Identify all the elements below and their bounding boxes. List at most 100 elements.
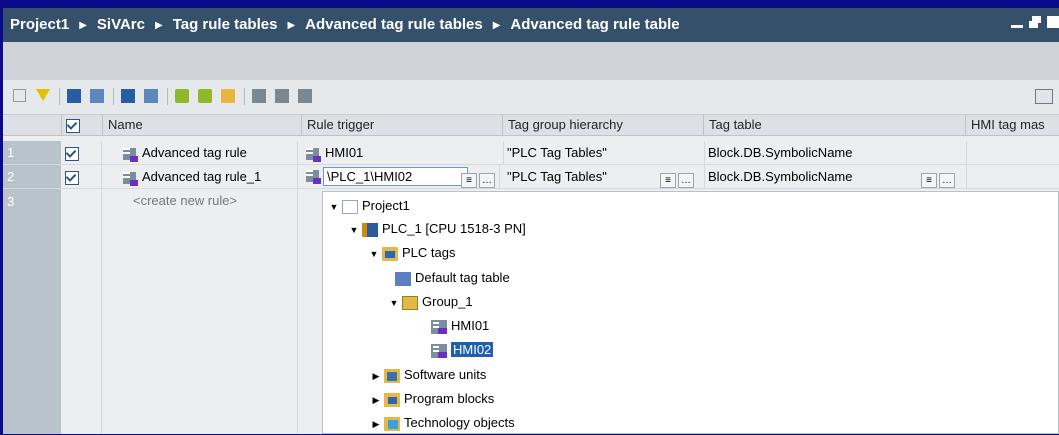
browse-button[interactable]: … [479, 173, 495, 188]
table-header: Name Rule trigger Tag group hierarchy Ta… [3, 115, 1059, 136]
hierarchy-cell[interactable]: "PLC Tag Tables" [503, 141, 705, 164]
tree-label: Program blocks [404, 391, 495, 406]
toolbar-separator [244, 88, 245, 105]
tag-table-cell[interactable]: Block.DB.SymbolicName ≡… [704, 165, 967, 188]
header-tag-group-hierarchy[interactable]: Tag group hierarchy [503, 115, 704, 135]
checkbox-icon[interactable] [66, 118, 80, 133]
toolbar-separator [113, 88, 114, 105]
tree-label: HMI01 [451, 318, 490, 333]
panel-toggle-icon[interactable] [1035, 89, 1053, 104]
row-name-cell[interactable]: Advanced tag rule [103, 141, 298, 164]
expand-arrow-icon[interactable]: ▶ [371, 413, 381, 435]
list-icon[interactable]: ≡ [921, 173, 937, 188]
header-rule-trigger[interactable]: Rule trigger [302, 115, 503, 135]
tree-node-group[interactable]: ▼ Group_1 [389, 291, 473, 313]
table-row[interactable]: 1 Advanced tag rule HMI01 "PLC Tag Table… [3, 141, 1059, 165]
generate-icon[interactable] [175, 89, 189, 103]
breadcrumb-item-advanced-table: Advanced tag rule table [510, 16, 680, 33]
list-icon[interactable]: ≡ [461, 173, 477, 188]
create-new-rule[interactable]: <create new rule> [103, 189, 298, 434]
toolbar-separator [59, 88, 60, 105]
tag-icon [123, 171, 138, 186]
header-tag-table[interactable]: Tag table [704, 115, 966, 135]
tree-node-technology-objects[interactable]: ▶ Technology objects [371, 412, 515, 434]
expand-arrow-icon[interactable]: ▶ [371, 365, 381, 387]
collapse-arrow-icon[interactable]: ▼ [329, 196, 339, 218]
open-folder-icon[interactable] [221, 89, 235, 103]
technology-objects-icon [384, 416, 400, 431]
header-check[interactable] [61, 115, 103, 135]
hierarchy-value: "PLC Tag Tables" [507, 169, 607, 184]
tag-table-icon [395, 271, 411, 286]
tree-node-tag-selected[interactable]: HMI02 [431, 339, 494, 361]
checkbox-icon[interactable] [65, 170, 79, 185]
hmi-tag-mask-cell[interactable] [966, 141, 1059, 164]
chevron-right-icon: ▶ [287, 20, 296, 31]
expand-arrow-icon[interactable]: ▶ [371, 389, 381, 411]
row-number: 2 [3, 165, 61, 188]
project-icon [342, 199, 358, 214]
tree-node-plc-tags[interactable]: ▼ PLC tags [369, 242, 455, 264]
rule-trigger-cell[interactable]: \PLC_1\HMI02 ≡… [302, 165, 500, 188]
breadcrumb-item-sivarc[interactable]: SiVArc [97, 16, 145, 33]
table-row[interactable]: 2 Advanced tag rule_1 \PLC_1\HMI02 ≡… "P… [3, 165, 1059, 189]
tree-label: Project1 [362, 198, 410, 213]
checkbox-icon[interactable] [65, 146, 79, 161]
tree-node-tag[interactable]: HMI01 [431, 315, 489, 337]
breadcrumb-item-project[interactable]: Project1 [10, 16, 69, 33]
info-band [3, 42, 1059, 80]
row-check-cell[interactable] [61, 141, 102, 164]
browse-button[interactable]: … [939, 173, 955, 188]
rule-name: Advanced tag rule_1 [142, 169, 262, 184]
tree-label: Software units [404, 367, 487, 382]
breadcrumb: Project1 ▶ SiVArc ▶ Tag rule tables ▶ Advanced… [10, 16, 680, 33]
tree-node-plc[interactable]: ▼ PLC_1 [CPU 1518-3 PN] [349, 218, 526, 240]
add-row-icon[interactable] [144, 89, 158, 103]
list-icon[interactable]: ≡ [660, 173, 676, 188]
tag-icon [306, 147, 321, 162]
browse-button[interactable]: … [678, 173, 694, 188]
row-check-cell[interactable] [61, 165, 102, 188]
maximize-icon[interactable] [1047, 16, 1059, 28]
filter-icon[interactable] [36, 89, 50, 101]
tree-node-program-blocks[interactable]: ▶ Program blocks [371, 388, 494, 410]
row-check-cell [61, 189, 102, 434]
tree-label: PLC tags [402, 245, 456, 260]
expand-all-icon[interactable] [67, 89, 81, 103]
tag-icon [431, 319, 447, 334]
group-icon [402, 295, 418, 310]
minimize-icon[interactable] [1011, 16, 1023, 28]
collapse-all-icon[interactable] [90, 89, 104, 103]
copy-table-icon[interactable] [298, 89, 312, 103]
chevron-right-icon: ▶ [79, 20, 87, 31]
breadcrumb-item-advanced-tables[interactable]: Advanced tag rule tables [305, 16, 483, 33]
tag-table-cell[interactable]: Block.DB.SymbolicName [704, 141, 967, 164]
hierarchy-cell[interactable]: "PLC Tag Tables" ≡… [503, 165, 705, 188]
collapse-arrow-icon[interactable]: ▼ [369, 243, 379, 265]
toolbar-separator [167, 88, 168, 105]
restore-icon[interactable] [1029, 16, 1041, 28]
export-icon[interactable] [252, 89, 266, 103]
row-name-cell[interactable]: Advanced tag rule_1 [103, 165, 298, 188]
folder-icon [382, 246, 398, 261]
cell-buttons: ≡… [919, 168, 955, 188]
tree-node-project[interactable]: ▼ Project1 [329, 195, 410, 217]
header-name[interactable]: Name [103, 115, 302, 135]
breadcrumb-item-tag-rule-tables[interactable]: Tag rule tables [173, 16, 278, 33]
rule-trigger-input[interactable]: \PLC_1\HMI02 [323, 167, 468, 186]
tree-node-software-units[interactable]: ▶ Software units [371, 364, 486, 386]
rule-trigger-cell[interactable]: HMI01 [302, 141, 504, 164]
cell-buttons: ≡… [459, 168, 495, 188]
tree-node-default-tag-table[interactable]: Default tag table [395, 267, 510, 289]
hmi-tag-mask-cell[interactable] [966, 165, 1059, 188]
collapse-arrow-icon[interactable]: ▼ [389, 292, 399, 314]
software-units-icon [384, 368, 400, 383]
import-icon[interactable] [275, 89, 289, 103]
collapse-arrow-icon[interactable]: ▼ [349, 219, 359, 241]
insert-row-icon[interactable] [121, 89, 135, 103]
header-hmi-tag-mask[interactable]: HMI tag mas [966, 115, 1059, 135]
tree-label: HMI02 [451, 342, 494, 357]
tree-label: Group_1 [422, 294, 473, 309]
tree-view-icon[interactable] [13, 89, 26, 102]
generate-selected-icon[interactable] [198, 89, 212, 103]
